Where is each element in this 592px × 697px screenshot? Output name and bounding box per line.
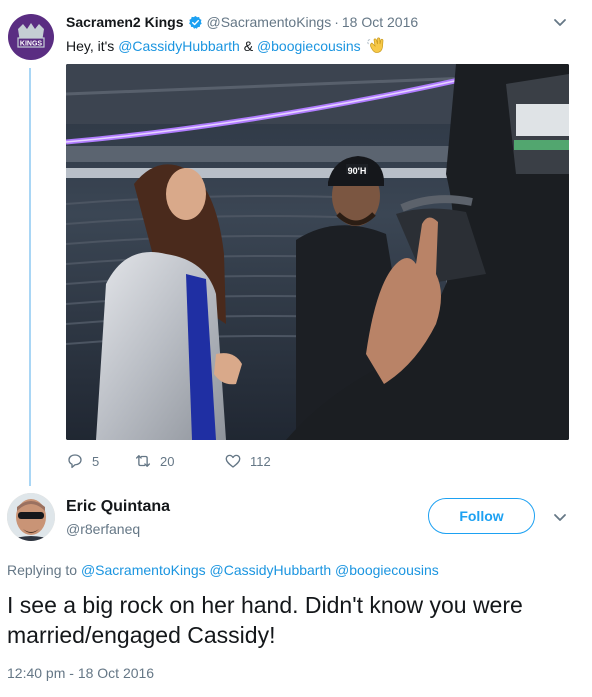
chevron-down-icon[interactable] [552,509,568,525]
sacramento-kings-avatar[interactable]: KINGS [8,14,54,60]
tweet-actions: 5 20 112 [66,452,271,470]
tweet-photo[interactable]: 90'H [66,64,569,440]
retweet-icon [135,455,151,467]
reply-timestamp[interactable]: 12:40 pm - 18 Oct 2016 [7,665,154,681]
eric-quintana-avatar[interactable] [7,493,55,541]
reply-icon [68,454,82,469]
reply-count: 5 [92,453,100,469]
parent-author-name[interactable]: Sacramen2 Kings [66,14,184,30]
retweet-count: 20 [160,453,175,469]
kings-logo-icon: KINGS [17,23,45,48]
avatar-logo-text: KINGS [20,41,43,48]
replying-to-line: Replying to @SacramentoKings @CassidyHub… [7,562,439,578]
waving-hand-icon [366,37,383,53]
replying-mention-sacramentokings[interactable]: @SacramentoKings [81,562,206,578]
like-count: 112 [250,453,271,469]
parent-tweet-header: Sacramen2 Kings @SacramentoKings · 18 Oc… [66,14,418,30]
verified-badge-icon [188,15,202,29]
mention-cassidyhubbarth[interactable]: @CassidyHubbarth [118,38,240,54]
mention-boogiecousins[interactable]: @boogiecousins [257,38,361,54]
parent-tweet-text: Hey, it's @CassidyHubbarth & @boogiecous… [66,36,387,54]
like-action[interactable]: 112 [224,452,271,470]
chevron-down-icon[interactable] [552,14,568,30]
replying-to-label: Replying to [7,562,81,578]
reply-author-handle[interactable]: @r8erfaneq [66,521,140,537]
follow-button[interactable]: Follow [428,498,535,534]
thread-line [29,68,31,486]
header-separator: · [334,14,339,30]
reply-author-name[interactable]: Eric Quintana [66,498,170,516]
parent-author-handle[interactable]: @SacramentoKings [207,14,332,30]
replying-mention-cassidyhubbarth[interactable]: @CassidyHubbarth [210,562,332,578]
reply-tweet-text: I see a big rock on her hand. Didn't kno… [7,592,523,648]
replying-mention-boogiecousins[interactable]: @boogiecousins [335,562,439,578]
tweet-text-intro: Hey, it's [66,38,119,54]
retweet-action[interactable]: 20 [134,452,224,470]
heart-icon [225,454,241,468]
cap-logo-text: 90'H [348,166,367,176]
avatar-photo [7,493,55,541]
reply-action[interactable]: 5 [66,452,134,470]
arena-photo-illustration: 90'H [66,64,569,440]
parent-tweet-date[interactable]: 18 Oct 2016 [342,14,418,30]
tweet-text-and: & [239,38,257,54]
